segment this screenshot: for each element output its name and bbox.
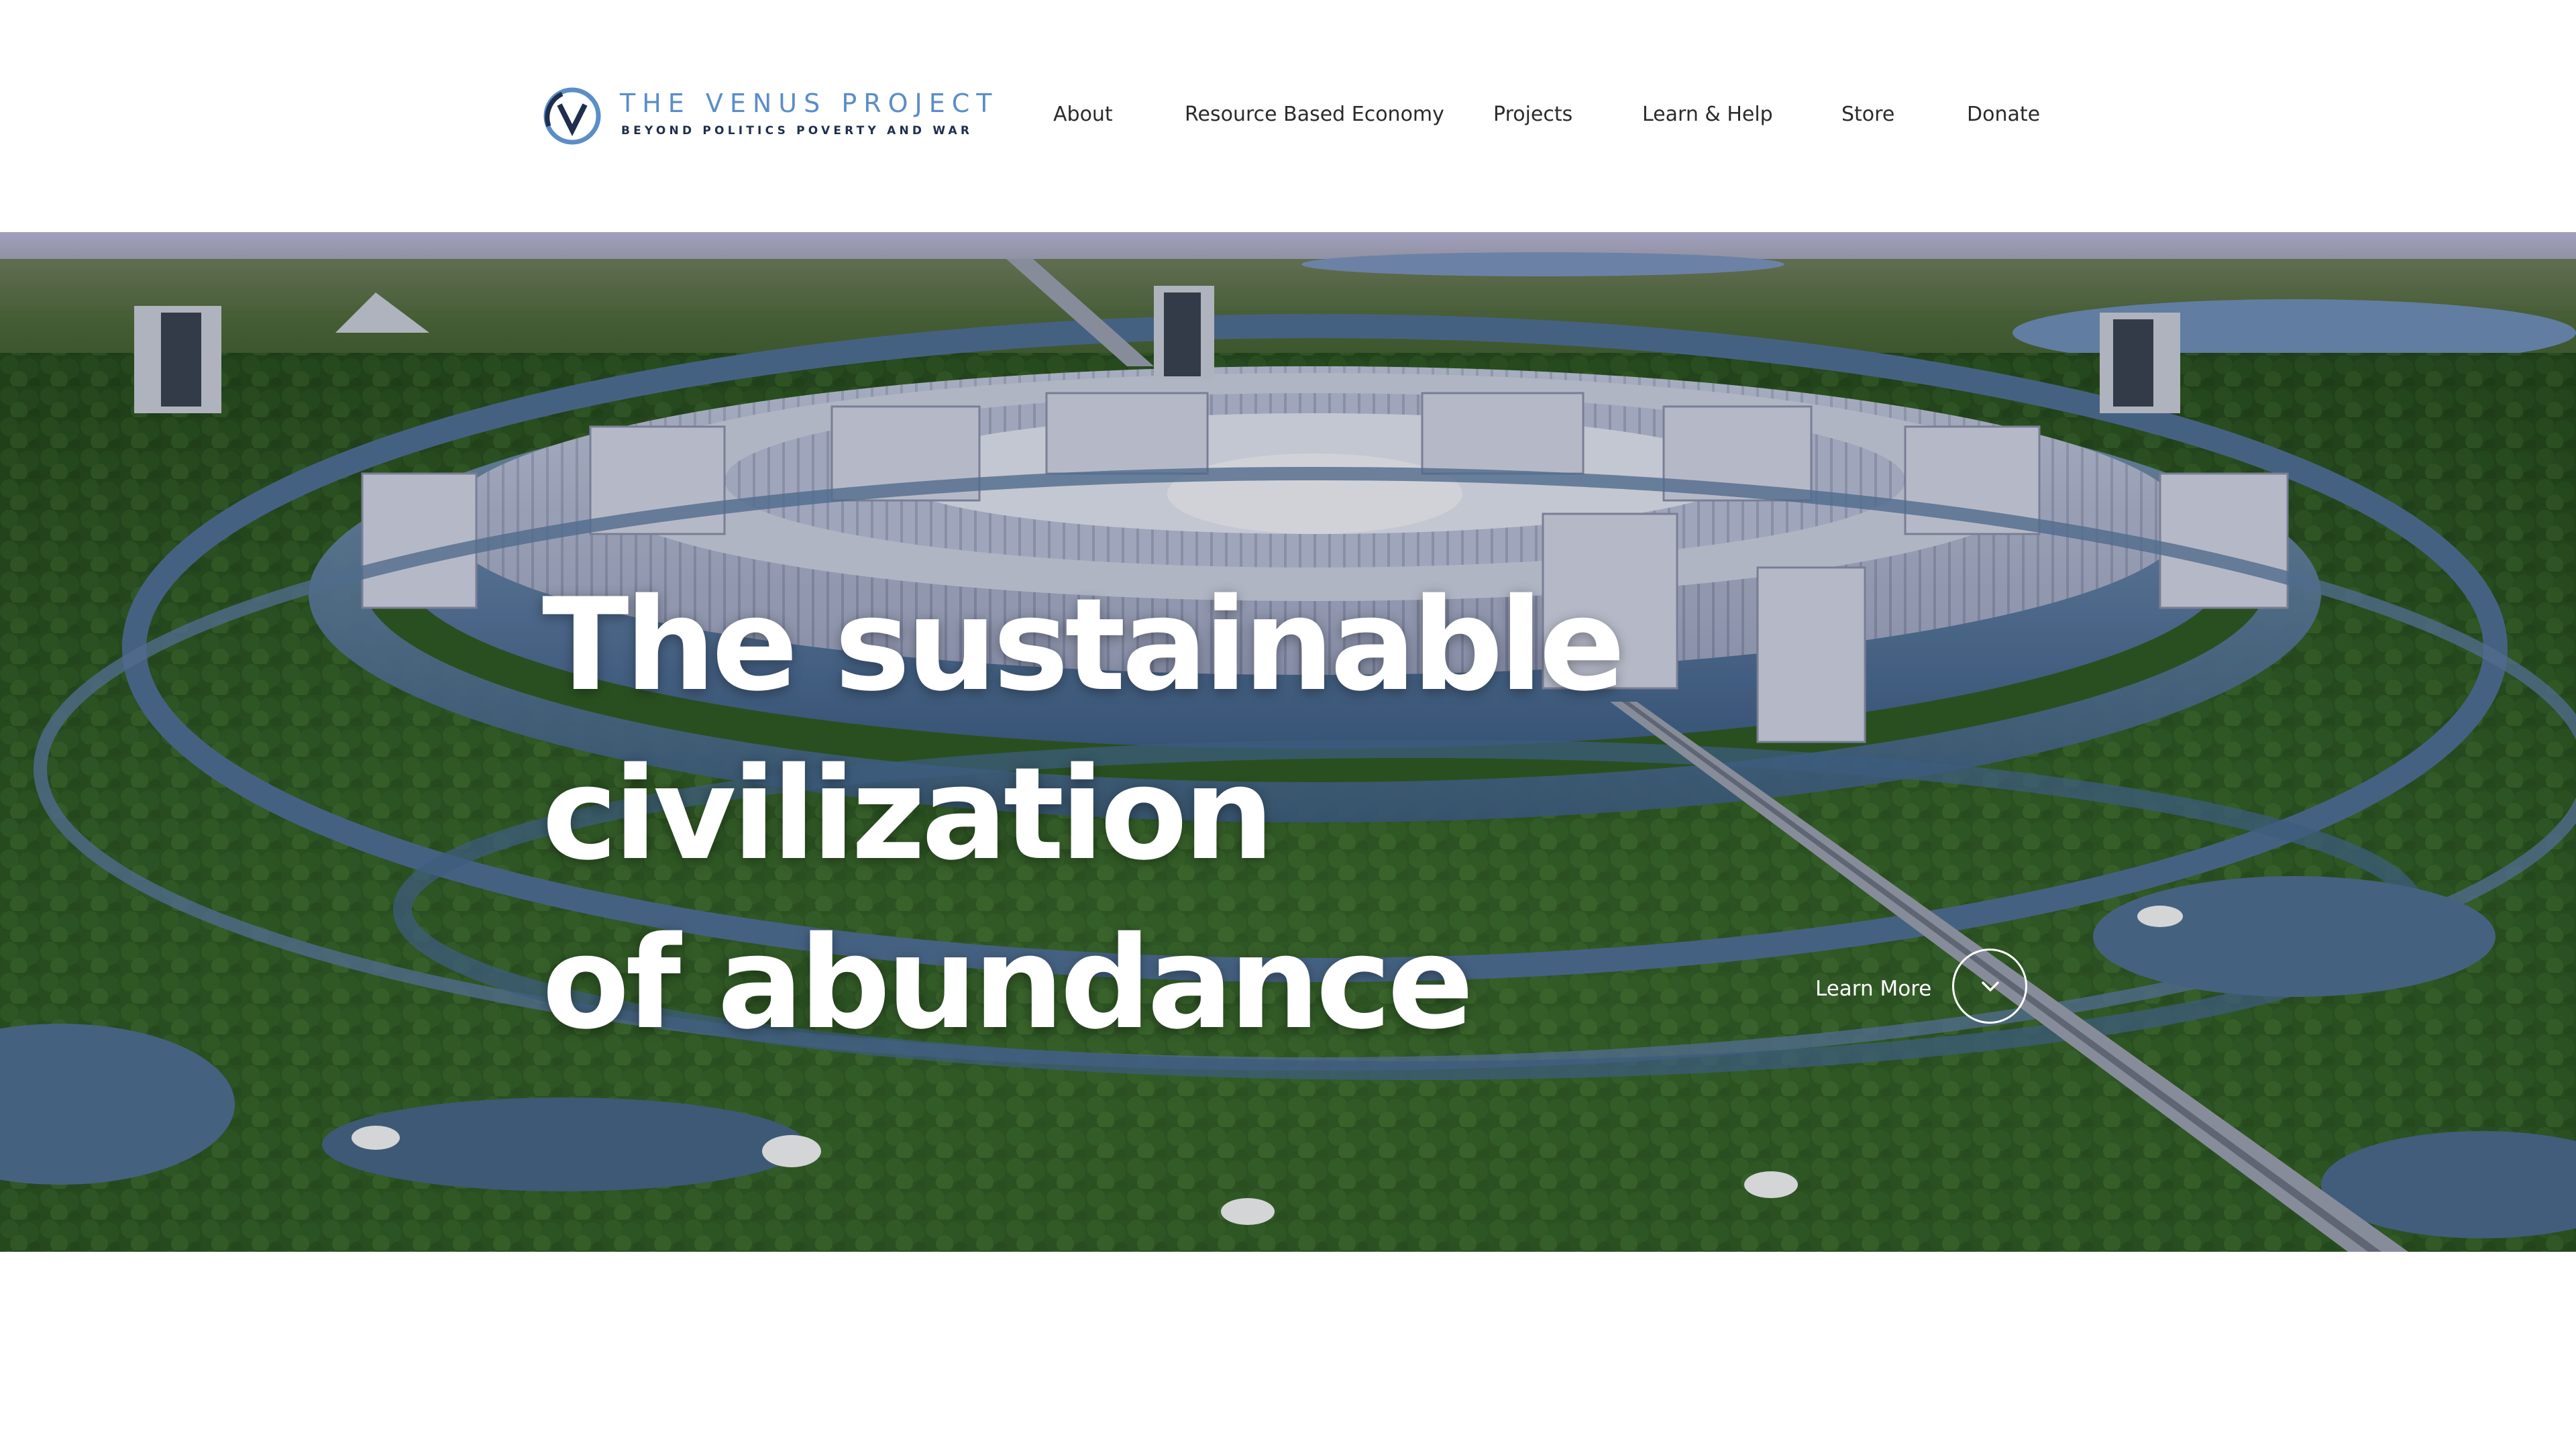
brand-tagline: BEYOND POLITICS POVERTY AND WAR [621, 124, 973, 138]
hero-section: The sustainable civilization of abundanc… [0, 232, 2576, 1252]
hero-title-line: of abundance [542, 909, 1474, 1057]
page-bottom-whitespace [0, 1252, 2576, 1449]
nav-item-learn-help[interactable]: Learn & Help [1642, 98, 1773, 131]
site-logo-link[interactable]: THE VENUS PROJECT BEYOND POLITICS POVERT… [542, 85, 992, 148]
page: THE VENUS PROJECT BEYOND POLITICS POVERT… [0, 0, 2576, 1449]
nav-item-donate[interactable]: Donate [1967, 98, 2040, 131]
nav-item-resource-based-economy[interactable]: Resource Based Economy [1185, 98, 1444, 131]
hero-title-line: civilization [542, 740, 1275, 888]
nav-item-store[interactable]: Store [1841, 98, 1894, 131]
brand-title: THE VENUS PROJECT [620, 89, 999, 118]
chevron-down-icon [1982, 981, 1999, 991]
learn-more-label: Learn More [1815, 977, 1932, 1001]
nav-item-projects[interactable]: Projects [1493, 98, 1572, 131]
hero-title-line: The sustainable [542, 571, 1625, 719]
nav-item-about[interactable]: About [1053, 98, 1113, 131]
venus-v-circle-icon [543, 87, 601, 145]
site-header: THE VENUS PROJECT BEYOND POLITICS POVERT… [0, 0, 2576, 232]
learn-more-circle[interactable] [1952, 949, 2027, 1024]
hero-title: The sustainable civilization of abundanc… [542, 561, 1625, 1068]
